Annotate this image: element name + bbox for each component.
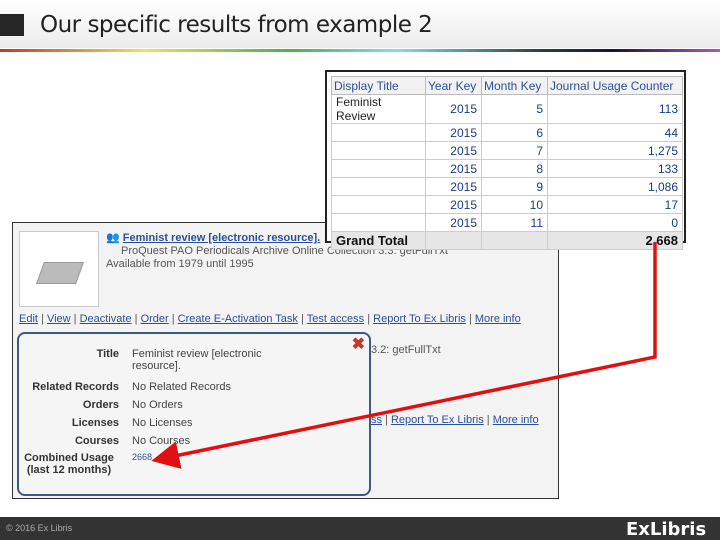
footer: © 2016 Ex Libris ExLibris xyxy=(0,517,720,540)
red-arrow xyxy=(151,242,657,469)
copyright: © 2016 Ex Libris xyxy=(6,523,73,533)
exlibris-logo: ExLibris xyxy=(626,519,707,540)
